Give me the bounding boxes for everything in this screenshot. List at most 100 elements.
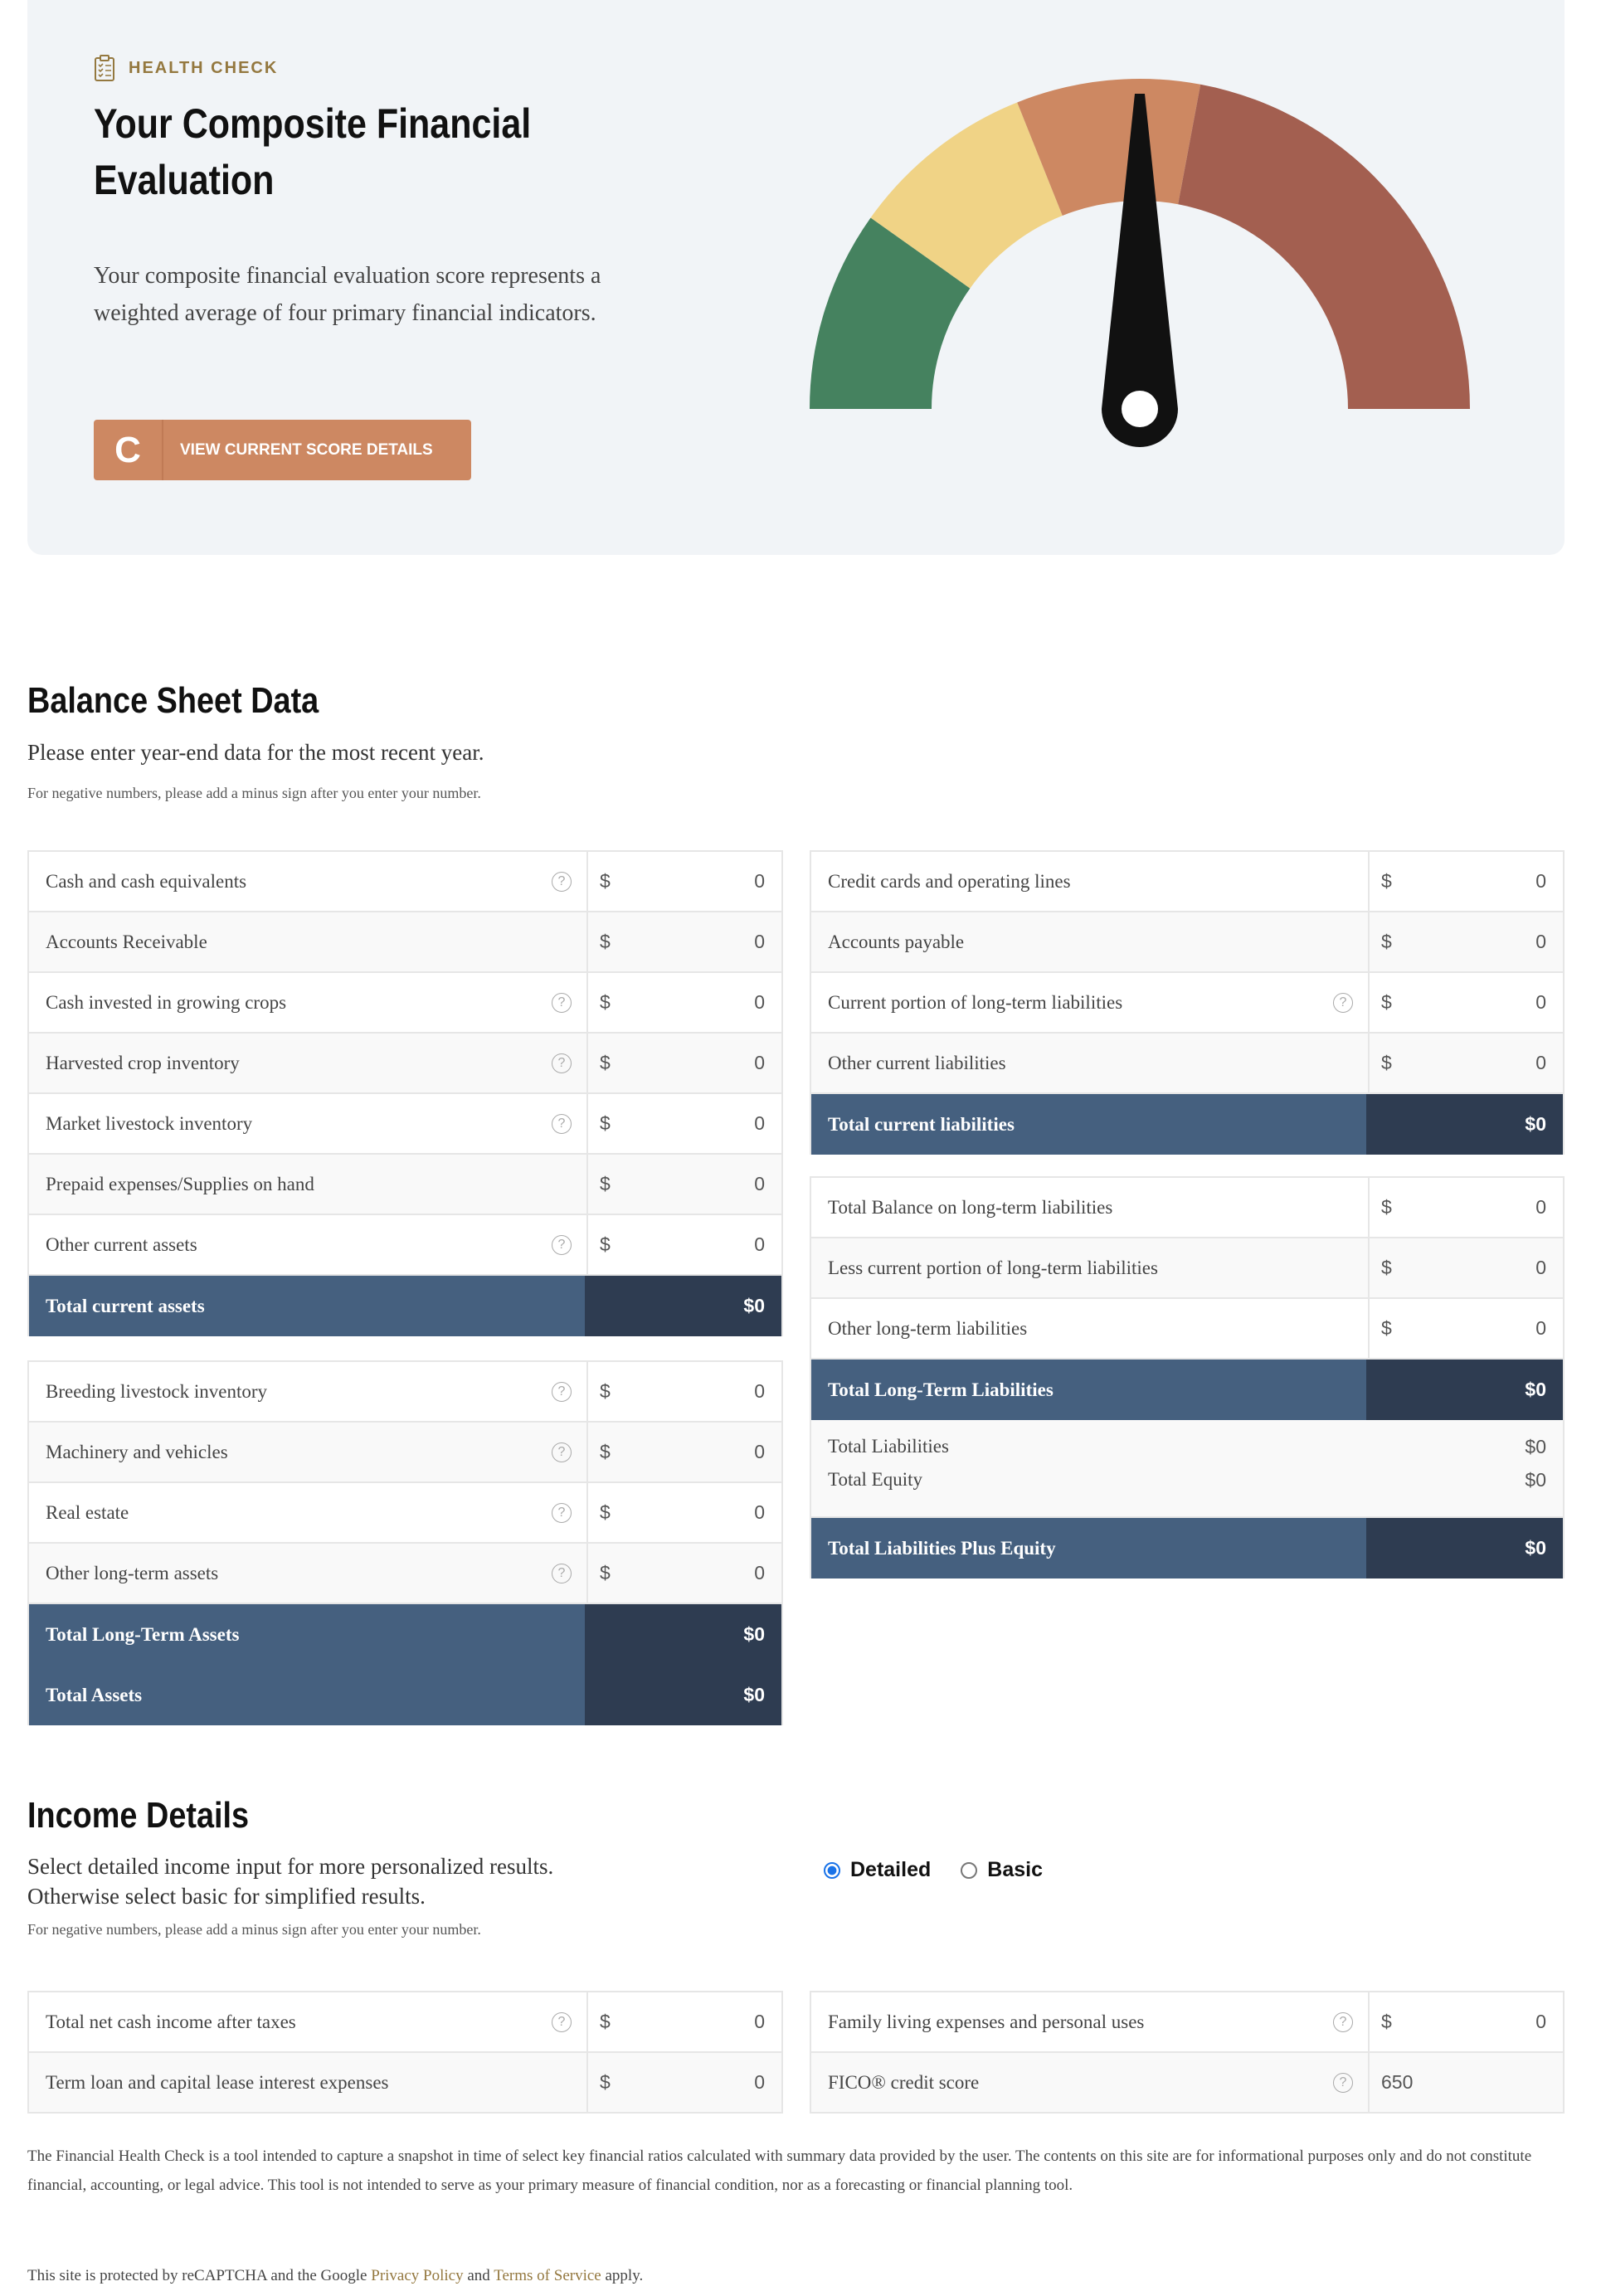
currency-symbol: $ xyxy=(600,870,611,892)
radio-button[interactable] xyxy=(824,1861,840,1879)
help-icon[interactable]: ? xyxy=(552,1113,572,1134)
amount-input[interactable]: $0 xyxy=(588,2011,781,2033)
row-label: Machinery and vehicles xyxy=(46,1441,228,1462)
table-row: Market livestock inventory? $0 xyxy=(29,1094,781,1155)
help-icon[interactable]: ? xyxy=(552,1053,572,1073)
amount-value: 0 xyxy=(754,1052,765,1073)
amount-input[interactable]: $0 xyxy=(1370,870,1563,893)
table-row: Machinery and vehicles? $0 xyxy=(29,1423,781,1483)
gauge-segment xyxy=(1178,84,1470,409)
radio-button[interactable] xyxy=(961,1861,978,1879)
total-label: Total Assets xyxy=(46,1684,143,1705)
amount-input[interactable]: $0 xyxy=(588,870,781,893)
help-icon[interactable]: ? xyxy=(1333,2072,1353,2093)
currency-symbol: $ xyxy=(600,1173,611,1194)
page-title: Your Composite Financial Evaluation xyxy=(94,100,532,203)
recaptcha-text: apply. xyxy=(605,2267,644,2284)
amount-value: 0 xyxy=(754,1501,765,1523)
score-grade: C xyxy=(94,420,163,480)
help-icon[interactable]: ? xyxy=(552,1563,572,1583)
privacy-policy-link[interactable]: Privacy Policy xyxy=(371,2267,463,2284)
amount-input[interactable]: $0 xyxy=(588,2071,781,2094)
income-mode-radio-group: Detailed Basic xyxy=(824,1858,1043,1882)
amount-input[interactable]: $0 xyxy=(1370,1257,1563,1279)
amount-value: 0 xyxy=(754,870,765,892)
amount-value: 0 xyxy=(754,1112,765,1134)
balance-sheet-note: For negative numbers, please add a minus… xyxy=(27,785,481,801)
amount-input[interactable]: $0 xyxy=(1370,931,1563,953)
table-row: Prepaid expenses/Supplies on hand $0 xyxy=(29,1155,781,1215)
clipboard-checklist-icon xyxy=(95,55,114,81)
help-icon[interactable]: ? xyxy=(1333,2011,1353,2032)
amount-input[interactable]: $0 xyxy=(1370,1196,1563,1219)
table-cl: Credit cards and operating lines $0 Accoun… xyxy=(810,850,1565,1155)
currency-symbol: $ xyxy=(600,1380,611,1402)
total-row: Total Liabilities Plus Equity $0 xyxy=(811,1518,1563,1578)
help-icon[interactable]: ? xyxy=(552,1502,572,1523)
balance-sheet-title: Balance Sheet Data xyxy=(27,680,319,721)
row-label: Breeding livestock inventory xyxy=(46,1380,267,1402)
amount-input[interactable]: $0 xyxy=(1370,1052,1563,1074)
total-liabilities-label: Total Liabilities xyxy=(828,1436,949,1457)
amount-value: 0 xyxy=(754,2011,765,2032)
terms-of-service-link[interactable]: Terms of Service xyxy=(494,2267,601,2284)
total-label: Total Liabilities Plus Equity xyxy=(828,1537,1056,1559)
total-label: Total Long-Term Liabilities xyxy=(828,1379,1054,1400)
row-label: Total Balance on long-term liabilities xyxy=(828,1196,1113,1218)
help-icon[interactable]: ? xyxy=(552,2011,572,2032)
amount-value: 650 xyxy=(1381,2071,1414,2093)
currency-symbol: $ xyxy=(1381,931,1392,952)
amount-input[interactable]: $0 xyxy=(1370,1317,1563,1340)
row-label: Credit cards and operating lines xyxy=(828,870,1071,892)
help-icon[interactable]: ? xyxy=(1333,992,1353,1013)
total-liabilities-value: $0 xyxy=(1525,1436,1546,1457)
amount-input[interactable]: $0 xyxy=(588,1233,781,1256)
currency-symbol: $ xyxy=(1381,870,1392,892)
amount-value: 0 xyxy=(1535,1317,1546,1339)
total-row: Total current liabilities $0 xyxy=(811,1094,1563,1155)
amount-input[interactable]: $0 xyxy=(588,1501,781,1524)
table-row: Harvested crop inventory? $0 xyxy=(29,1034,781,1094)
help-icon[interactable]: ? xyxy=(552,871,572,892)
radio-detailed[interactable]: Detailed xyxy=(824,1858,931,1882)
amount-input[interactable]: $0 xyxy=(588,931,781,953)
currency-symbol: $ xyxy=(600,1441,611,1462)
amount-input[interactable]: $0 xyxy=(1370,2011,1563,2033)
table-row: Other long-term assets? $0 xyxy=(29,1544,781,1604)
amount-input[interactable]: $0 xyxy=(588,1112,781,1135)
currency-symbol: $ xyxy=(1381,2011,1392,2032)
table-row: Other long-term liabilities $0 xyxy=(811,1299,1563,1360)
help-icon[interactable]: ? xyxy=(552,1234,572,1255)
amount-value: 0 xyxy=(754,2071,765,2093)
amount-input[interactable]: $0 xyxy=(588,1052,781,1074)
amount-input[interactable]: $0 xyxy=(1370,991,1563,1014)
amount-value: 0 xyxy=(1535,1257,1546,1278)
amount-input[interactable]: $0 xyxy=(588,1562,781,1584)
eyebrow: HEALTH CHECK xyxy=(94,55,278,81)
hero-description: Your composite financial evaluation scor… xyxy=(94,263,601,326)
help-icon[interactable]: ? xyxy=(552,1381,572,1402)
amount-input[interactable]: $0 xyxy=(588,1380,781,1403)
row-label: Accounts payable xyxy=(828,931,965,952)
amount-input[interactable]: $0 xyxy=(588,1441,781,1463)
table-row: Accounts Receivable $0 xyxy=(29,912,781,973)
amount-input[interactable]: 650 xyxy=(1370,2071,1563,2094)
radio-label: Detailed xyxy=(850,1858,932,1881)
radio-basic[interactable]: Basic xyxy=(961,1858,1043,1882)
table-row: Breeding livestock inventory? $0 xyxy=(29,1362,781,1423)
help-icon[interactable]: ? xyxy=(552,1442,572,1462)
row-label: Other long-term liabilities xyxy=(828,1317,1028,1339)
row-label: Cash invested in growing crops xyxy=(46,991,287,1013)
button-label: VIEW CURRENT SCORE DETAILS xyxy=(180,440,433,459)
amount-value: 0 xyxy=(754,991,765,1013)
table-row: Term loan and capital lease interest exp… xyxy=(29,2053,781,2114)
amount-input[interactable]: $0 xyxy=(588,1173,781,1195)
table-row: Other current liabilities $0 xyxy=(811,1034,1563,1094)
view-score-details-button[interactable]: C VIEW CURRENT SCORE DETAILS xyxy=(94,420,471,480)
table-row: Less current portion of long-term liabil… xyxy=(811,1238,1563,1299)
help-icon[interactable]: ? xyxy=(552,992,572,1013)
total-equity-label: Total Equity xyxy=(828,1469,923,1490)
row-label: Less current portion of long-term liabil… xyxy=(828,1257,1158,1278)
amount-input[interactable]: $0 xyxy=(588,991,781,1014)
currency-symbol: $ xyxy=(600,2071,611,2093)
